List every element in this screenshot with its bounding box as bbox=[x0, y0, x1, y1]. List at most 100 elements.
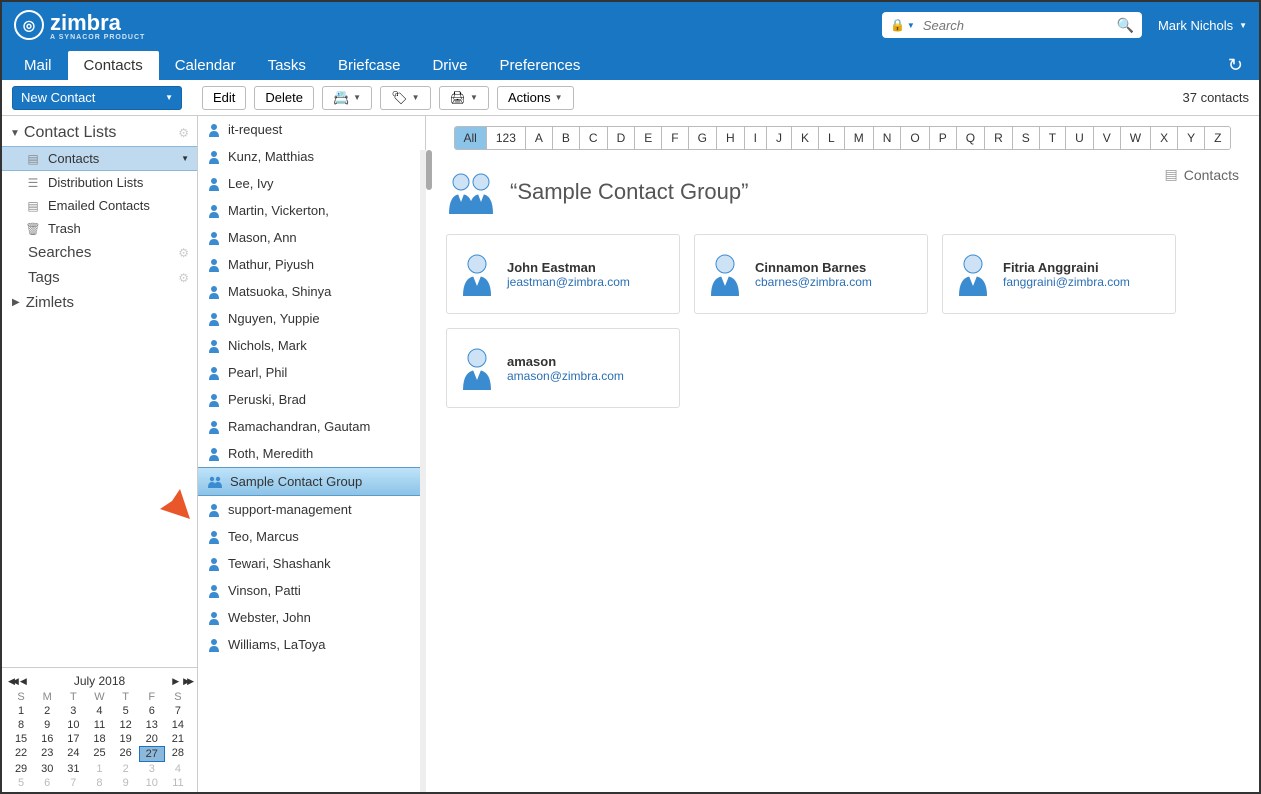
cal-day[interactable]: 2 bbox=[113, 762, 139, 776]
cal-day[interactable]: 15 bbox=[8, 732, 34, 746]
tag-button[interactable]: 🏷▼ bbox=[380, 86, 430, 110]
alpha-n[interactable]: N bbox=[874, 127, 902, 149]
alpha-v[interactable]: V bbox=[1094, 127, 1121, 149]
search-input[interactable] bbox=[923, 18, 1117, 33]
cal-day[interactable]: 5 bbox=[113, 704, 139, 718]
cal-day[interactable]: 29 bbox=[8, 762, 34, 776]
alpha-h[interactable]: H bbox=[717, 127, 745, 149]
member-card[interactable]: amasonamason@zimbra.com bbox=[446, 328, 680, 408]
contact-list-item[interactable]: Nichols, Mark bbox=[198, 332, 425, 359]
cal-day[interactable]: 11 bbox=[165, 776, 191, 790]
member-email[interactable]: amason@zimbra.com bbox=[507, 369, 624, 383]
sidebar-searches[interactable]: Searches⚙ bbox=[2, 240, 197, 265]
cal-day[interactable]: 24 bbox=[60, 746, 86, 762]
alpha-e[interactable]: E bbox=[635, 127, 662, 149]
search-scope-caret-icon[interactable]: ▼ bbox=[907, 21, 915, 30]
member-card[interactable]: Cinnamon Barnescbarnes@zimbra.com bbox=[694, 234, 928, 314]
cal-title[interactable]: July 2018 bbox=[31, 674, 168, 688]
print-button[interactable]: 🖨▼ bbox=[439, 86, 489, 110]
alpha-c[interactable]: C bbox=[580, 127, 608, 149]
cal-day[interactable]: 27 bbox=[139, 746, 165, 762]
sidebar-item-trash[interactable]: 🗑Trash bbox=[2, 217, 197, 240]
contact-list-item[interactable]: Sample Contact Group bbox=[198, 467, 425, 496]
member-card[interactable]: John Eastmanjeastman@zimbra.com bbox=[446, 234, 680, 314]
actions-button[interactable]: Actions ▼ bbox=[497, 86, 574, 110]
member-card[interactable]: Fitria Anggrainifanggraini@zimbra.com bbox=[942, 234, 1176, 314]
alpha-w[interactable]: W bbox=[1121, 127, 1151, 149]
contact-list-item[interactable]: Roth, Meredith bbox=[198, 440, 425, 467]
member-email[interactable]: fanggraini@zimbra.com bbox=[1003, 275, 1130, 289]
contact-list-item[interactable]: Tewari, Shashank bbox=[198, 550, 425, 577]
alpha-x[interactable]: X bbox=[1151, 127, 1178, 149]
contact-list-item[interactable]: Mason, Ann bbox=[198, 224, 425, 251]
contact-list-item[interactable]: support-management bbox=[198, 496, 425, 523]
cal-day[interactable]: 3 bbox=[139, 762, 165, 776]
alpha-m[interactable]: M bbox=[845, 127, 874, 149]
logo[interactable]: ◎ zimbra A SYNACOR PRODUCT bbox=[14, 10, 145, 41]
folder-move-button[interactable]: 📇▼ bbox=[322, 86, 372, 110]
sidebar-item-distribution-lists[interactable]: ☰Distribution Lists bbox=[2, 171, 197, 194]
alpha-all[interactable]: All bbox=[455, 127, 487, 149]
cal-day[interactable]: 23 bbox=[34, 746, 60, 762]
cal-next-year[interactable]: ▶▶ bbox=[183, 676, 191, 687]
contact-list-item[interactable]: Pearl, Phil bbox=[198, 359, 425, 386]
tab-contacts[interactable]: Contacts bbox=[68, 51, 159, 80]
alpha-q[interactable]: Q bbox=[957, 127, 985, 149]
alpha-f[interactable]: F bbox=[662, 127, 688, 149]
sidebar-item-contacts[interactable]: ▤Contacts▼ bbox=[2, 146, 197, 171]
cal-day[interactable]: 8 bbox=[86, 776, 112, 790]
cal-day[interactable]: 30 bbox=[34, 762, 60, 776]
search-box[interactable]: 🔒 ▼ 🔍 bbox=[882, 12, 1142, 38]
alpha-p[interactable]: P bbox=[930, 127, 957, 149]
cal-day[interactable]: 28 bbox=[165, 746, 191, 762]
cal-day[interactable]: 17 bbox=[60, 732, 86, 746]
alpha-y[interactable]: Y bbox=[1178, 127, 1205, 149]
gear-icon[interactable]: ⚙ bbox=[178, 126, 189, 140]
cal-next-month[interactable]: ▶ bbox=[172, 676, 179, 687]
alpha-i[interactable]: I bbox=[745, 127, 767, 149]
cal-day[interactable]: 21 bbox=[165, 732, 191, 746]
cal-day[interactable]: 4 bbox=[86, 704, 112, 718]
cal-prev-month[interactable]: ◀ bbox=[20, 676, 27, 687]
user-menu[interactable]: Mark Nichols ▼ bbox=[1158, 18, 1247, 33]
cal-day[interactable]: 7 bbox=[60, 776, 86, 790]
cal-day[interactable]: 1 bbox=[8, 704, 34, 718]
cal-day[interactable]: 3 bbox=[60, 704, 86, 718]
search-icon[interactable]: 🔍 bbox=[1117, 17, 1134, 34]
alpha-g[interactable]: G bbox=[689, 127, 717, 149]
cal-day[interactable]: 25 bbox=[86, 746, 112, 762]
location-crumb[interactable]: ▤ Contacts bbox=[1165, 166, 1239, 183]
cal-day[interactable]: 9 bbox=[113, 776, 139, 790]
contact-list-item[interactable]: Matsuoka, Shinya bbox=[198, 278, 425, 305]
contact-list-item[interactable]: Ramachandran, Gautam bbox=[198, 413, 425, 440]
gear-icon[interactable]: ⚙ bbox=[178, 246, 189, 260]
contact-list-item[interactable]: Teo, Marcus bbox=[198, 523, 425, 550]
cal-day[interactable]: 1 bbox=[86, 762, 112, 776]
alpha-j[interactable]: J bbox=[767, 127, 792, 149]
cal-day[interactable]: 16 bbox=[34, 732, 60, 746]
new-contact-button[interactable]: New Contact ▼ bbox=[12, 86, 182, 110]
cal-day[interactable]: 10 bbox=[139, 776, 165, 790]
cal-day[interactable]: 10 bbox=[60, 718, 86, 732]
cal-day[interactable]: 14 bbox=[165, 718, 191, 732]
cal-day[interactable]: 26 bbox=[113, 746, 139, 762]
alpha-t[interactable]: T bbox=[1040, 127, 1066, 149]
member-email[interactable]: cbarnes@zimbra.com bbox=[755, 275, 872, 289]
alpha-z[interactable]: Z bbox=[1205, 127, 1230, 149]
cal-day[interactable]: 7 bbox=[165, 704, 191, 718]
alpha-d[interactable]: D bbox=[608, 127, 636, 149]
contact-list-item[interactable]: Lee, Ivy bbox=[198, 170, 425, 197]
sidebar-zimlets[interactable]: ▶Zimlets bbox=[2, 290, 197, 315]
contact-list-item[interactable]: Peruski, Brad bbox=[198, 386, 425, 413]
cal-day[interactable]: 13 bbox=[139, 718, 165, 732]
contact-list-item[interactable]: Mathur, Piyush bbox=[198, 251, 425, 278]
tab-calendar[interactable]: Calendar bbox=[159, 51, 252, 80]
alpha-123[interactable]: 123 bbox=[487, 127, 526, 149]
contact-list-item[interactable]: Kunz, Matthias bbox=[198, 143, 425, 170]
sidebar-item-emailed-contacts[interactable]: ▤Emailed Contacts bbox=[2, 194, 197, 217]
alpha-k[interactable]: K bbox=[792, 127, 819, 149]
edit-button[interactable]: Edit bbox=[202, 86, 246, 110]
cal-day[interactable]: 6 bbox=[34, 776, 60, 790]
contact-list-item[interactable]: Webster, John bbox=[198, 604, 425, 631]
scrollbar-thumb[interactable] bbox=[426, 150, 432, 190]
